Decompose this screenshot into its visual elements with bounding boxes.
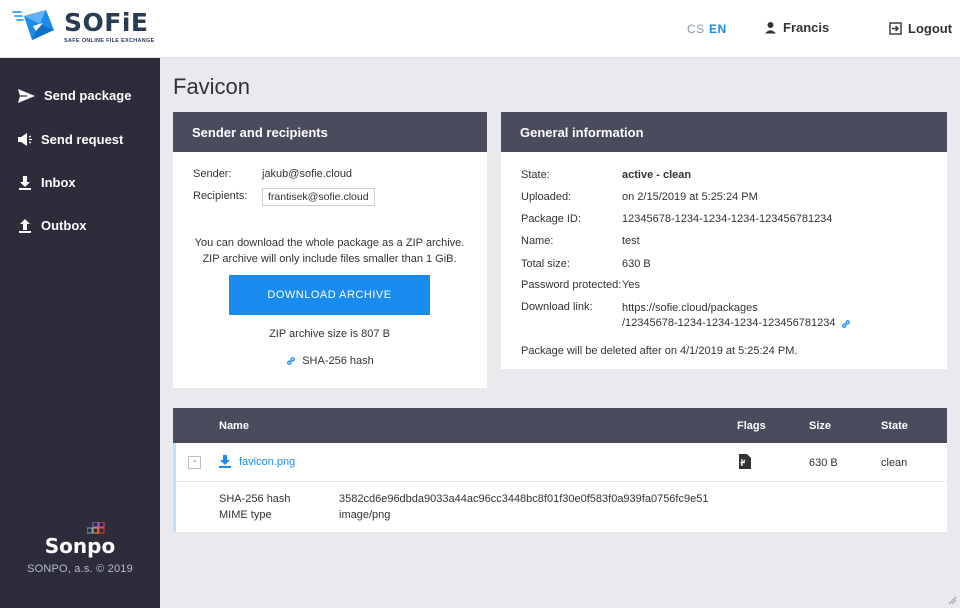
sidebar-item-send-request[interactable]: Send request	[18, 132, 123, 147]
download-icon	[19, 175, 31, 190]
recipient-tag: frantisek@sofie.cloud	[262, 188, 375, 206]
info-label-state: State:	[521, 169, 550, 181]
download-link-line1: https://sofie.cloud/packages	[622, 302, 758, 314]
recipients-label: Recipients:	[193, 190, 248, 202]
deletion-note: Package will be deleted after on 4/1/201…	[521, 345, 798, 357]
info-label-package-id: Package ID:	[521, 213, 581, 225]
page-title: Favicon	[173, 74, 251, 99]
row-selection-accent	[173, 443, 176, 532]
top-bar: SOFiE SAFE ONLINE FILE EXCHANGE CS EN Fr…	[0, 0, 960, 58]
info-label-name: Name:	[521, 235, 554, 247]
logout-label: Logout	[908, 21, 953, 36]
megaphone-icon	[18, 133, 32, 146]
user-icon	[765, 22, 776, 34]
column-header-name[interactable]: Name	[219, 420, 249, 432]
collapse-toggle-button[interactable]: -	[188, 456, 201, 469]
sonpo-logo: Sonpo	[45, 522, 115, 558]
download-note: You can download the whole package as a …	[173, 235, 486, 267]
copy-link-icon[interactable]	[840, 318, 852, 330]
detail-label-sha256: SHA-256 hash	[219, 493, 291, 505]
info-value-total-size: 630 B	[622, 258, 651, 270]
sender-label: Sender:	[193, 168, 232, 180]
sender-recipients-card: Sender and recipients Sender: jakub@sofi…	[173, 112, 487, 388]
download-link[interactable]: https://sofie.cloud/packages /12345678-1…	[622, 301, 852, 331]
info-value-package-id: 12345678-1234-1234-1234-123456781234	[622, 213, 833, 225]
download-archive-button[interactable]: DOWNLOAD ARCHIVE	[229, 275, 430, 315]
sidebar-item-label: Outbox	[41, 218, 87, 233]
language-cs[interactable]: CS	[687, 22, 705, 36]
resize-grip-icon[interactable]	[947, 595, 957, 605]
copyright: SONPO, a.s. © 2019	[27, 563, 133, 575]
sidebar: Send package Send request Inbox Outbox S…	[0, 58, 160, 608]
app-logo[interactable]: SOFiE SAFE ONLINE FILE EXCHANGE	[12, 6, 155, 46]
info-value-password-protected: Yes	[622, 279, 640, 291]
sidebar-item-label: Inbox	[41, 175, 76, 190]
info-value-state: active - clean	[622, 169, 692, 181]
company-footer: Sonpo SONPO, a.s. © 2019	[0, 522, 160, 575]
card-heading: Sender and recipients	[173, 112, 487, 152]
sidebar-item-outbox[interactable]: Outbox	[18, 218, 87, 233]
sender-value: jakub@sofie.cloud	[262, 168, 353, 180]
file-name: favicon.png	[239, 455, 296, 468]
sidebar-item-send-package[interactable]: Send package	[18, 88, 131, 103]
table-header: Name Flags Size State	[173, 408, 947, 443]
file-size: 630 B	[809, 457, 838, 469]
info-value-name: test	[622, 235, 640, 247]
sha256-hash-link[interactable]: SHA-256 hash	[173, 355, 486, 367]
detail-value-sha256: 3582cd6e96dbda9033a44ac96cc3448bc8f01f30…	[339, 493, 709, 505]
archive-size: ZIP archive size is 807 B	[269, 328, 390, 340]
app-name: SOFiE	[64, 7, 149, 37]
info-label-uploaded: Uploaded:	[521, 191, 572, 203]
user-name: Francis	[783, 20, 830, 35]
upload-icon	[19, 218, 31, 233]
logout-icon	[889, 22, 902, 35]
sidebar-item-label: Send request	[41, 132, 124, 147]
language-en[interactable]: EN	[709, 22, 727, 36]
sidebar-item-label: Send package	[44, 88, 132, 103]
detail-value-mime: image/png	[339, 509, 391, 521]
download-file-icon	[219, 455, 231, 468]
app-tagline: SAFE ONLINE FILE EXCHANGE	[64, 37, 155, 44]
sofie-logo-icon	[12, 10, 54, 40]
files-table: Name Flags Size State - favicon.png 630 …	[173, 408, 947, 532]
paper-plane-icon	[18, 88, 35, 103]
file-state: clean	[881, 457, 908, 469]
download-note-line2: ZIP archive will only include files smal…	[202, 253, 457, 265]
hash-link-label: SHA-256 hash	[302, 355, 374, 367]
download-note-line1: You can download the whole package as a …	[194, 237, 465, 249]
link-icon	[287, 356, 296, 366]
column-header-flags: Flags	[737, 420, 766, 432]
info-label-password-protected: Password protected:	[521, 279, 622, 291]
file-name-link[interactable]: favicon.png	[219, 455, 295, 468]
general-information-card: General information State: active - clea…	[501, 112, 947, 369]
sidebar-item-inbox[interactable]: Inbox	[18, 175, 76, 190]
image-file-flag-icon	[739, 454, 751, 469]
download-link-line2: /12345678-1234-1234-1234-123456781234	[622, 317, 836, 329]
info-value-uploaded: on 2/15/2019 at 5:25:24 PM	[622, 191, 758, 203]
card-heading: General information	[501, 112, 947, 152]
info-label-download-link: Download link:	[521, 301, 593, 313]
info-label-total-size: Total size:	[521, 258, 570, 270]
column-header-state[interactable]: State	[881, 420, 908, 432]
user-menu[interactable]: Francis	[764, 20, 829, 35]
detail-label-mime: MIME type	[219, 509, 272, 521]
sonpo-squares-icon	[86, 522, 105, 534]
logout-button[interactable]: Logout	[889, 21, 952, 36]
row-divider	[176, 481, 947, 482]
column-header-size[interactable]: Size	[809, 420, 831, 432]
